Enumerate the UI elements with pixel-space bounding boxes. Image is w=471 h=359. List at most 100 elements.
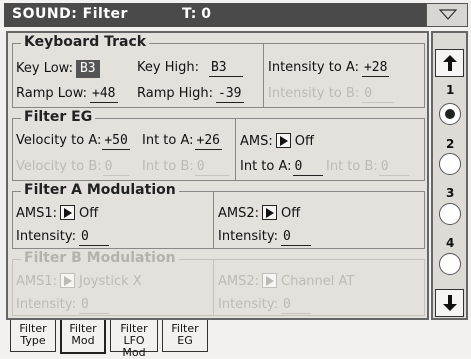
int-to-b-param: Int to B: 0 xyxy=(142,159,229,176)
eg-ams-value[interactable]: Off xyxy=(295,134,314,149)
ramp-low-field[interactable]: +48 xyxy=(90,86,118,103)
b-intensity2-label: Intensity: xyxy=(218,297,279,312)
ramp-low-label: Ramp Low: xyxy=(16,86,88,101)
divider xyxy=(235,119,236,180)
tab-filter-lfo-mod[interactable]: Filter LFO Mod xyxy=(110,320,158,359)
triangle-right-icon xyxy=(64,276,73,286)
intensity-a-field[interactable]: +28 xyxy=(361,60,390,77)
int-to-a-field[interactable]: +26 xyxy=(194,133,223,150)
a-ams1-param: AMS1: Off xyxy=(16,205,98,222)
eg-ams-param: AMS: Off xyxy=(240,133,314,150)
part-number-3: 3 xyxy=(446,186,455,200)
intensity-b-param: Intensity to B: 0 xyxy=(268,86,395,103)
part-radio-1[interactable] xyxy=(439,103,461,125)
arrow-down-icon xyxy=(443,295,457,311)
b-ams1-switch xyxy=(60,273,76,288)
ramp-low-param: Ramp Low: +48 xyxy=(16,86,118,103)
b-intensity2-field: 0 xyxy=(281,297,312,314)
part-number-4: 4 xyxy=(446,236,455,250)
a-intensity2-field[interactable]: 0 xyxy=(281,229,312,246)
key-low-label: Key Low: xyxy=(16,61,73,76)
key-high-param: Key High: B3 xyxy=(137,60,243,77)
a-intensity2-label: Intensity: xyxy=(218,229,279,244)
key-low-param: Key Low: B3 xyxy=(16,60,100,78)
triangle-right-icon xyxy=(279,136,288,146)
a-intensity2-param: Intensity: 0 xyxy=(218,229,312,246)
b-ams2-value: Channel AT xyxy=(281,274,355,289)
part-radio-4[interactable] xyxy=(439,253,461,275)
a-ams2-switch[interactable] xyxy=(262,205,278,220)
velocity-a-param: Velocity to A: +50 xyxy=(16,133,130,150)
part-number-2: 2 xyxy=(446,137,455,151)
scroll-down-button[interactable] xyxy=(435,289,464,317)
tab-filter-mod[interactable]: Filter Mod xyxy=(60,320,106,354)
triangle-right-icon xyxy=(266,208,275,218)
key-low-field[interactable]: B3 xyxy=(75,60,100,78)
a-ams2-param: AMS2: Off xyxy=(218,205,300,222)
divider xyxy=(213,192,214,248)
scroll-up-button[interactable] xyxy=(435,49,464,77)
b-ams2-label: AMS2: xyxy=(218,274,260,289)
eg-ams-switch[interactable] xyxy=(275,133,291,148)
int-to-a-label: Int to A: xyxy=(142,133,194,148)
page-menu-button[interactable] xyxy=(426,3,468,27)
ramp-high-label: Ramp High: xyxy=(137,86,214,101)
key-high-field[interactable]: B3 xyxy=(208,60,243,77)
b-ams1-param: AMS1: Joystick X xyxy=(16,273,142,290)
a-intensity1-field[interactable]: 0 xyxy=(79,229,110,246)
velocity-b-param: Velocity to B: 0 xyxy=(16,159,129,176)
section-title: Filter A Modulation xyxy=(21,182,179,198)
part-select-panel: 1 2 3 4 xyxy=(431,31,468,320)
title-bar: SOUND: Filter T: 0 xyxy=(4,3,426,27)
a-intensity1-label: Intensity: xyxy=(16,229,77,244)
a-ams2-value[interactable]: Off xyxy=(281,206,300,221)
ams-int-to-b-param: Int to B: 0 xyxy=(326,159,409,176)
intensity-b-field: 0 xyxy=(362,86,395,103)
transpose-indicator: T: 0 xyxy=(182,6,211,22)
b-ams1-label: AMS1: xyxy=(16,274,58,289)
intensity-b-label: Intensity to B: xyxy=(268,86,360,101)
filter-a-modulation-section: Filter A Modulation AMS1: Off AMS2: Off In… xyxy=(12,182,425,249)
ramp-high-param: Ramp High: -39 xyxy=(137,86,244,103)
triangle-right-icon xyxy=(266,276,275,286)
part-number-1: 1 xyxy=(446,83,455,97)
tab-line2: EG xyxy=(177,334,193,347)
tab-bar: Filter Type Filter Mod Filter LFO Mod Fi… xyxy=(6,320,429,359)
tab-filter-eg[interactable]: Filter EG xyxy=(162,320,208,352)
main-panel: Keyboard Track Key Low: B3 Key High: B3 In… xyxy=(6,31,429,320)
filter-b-modulation-section: Filter B Modulation AMS1: Joystick X AMS2… xyxy=(12,250,425,316)
triangle-right-icon xyxy=(64,208,73,218)
ramp-high-field[interactable]: -39 xyxy=(216,86,244,103)
part-radio-2[interactable] xyxy=(439,153,461,175)
a-ams1-label: AMS1: xyxy=(16,206,58,221)
section-title: Filter EG xyxy=(21,109,96,125)
filter-eg-section: Filter EG Velocity to A: +50 Int to A: +26… xyxy=(12,109,425,181)
ams-int-to-a-field[interactable]: 0 xyxy=(292,159,323,176)
a-ams1-switch[interactable] xyxy=(60,205,76,220)
selected-dot xyxy=(445,109,455,119)
b-intensity1-label: Intensity: xyxy=(16,297,77,312)
ams-int-to-b-label: Int to B: xyxy=(326,159,378,174)
arrow-up-icon xyxy=(443,55,457,71)
tab-line2: Type xyxy=(20,334,46,347)
section-title: Keyboard Track xyxy=(21,34,150,50)
screen: SOUND: Filter T: 0 Keyboard Track Key Lo… xyxy=(0,0,471,359)
a-ams1-value[interactable]: Off xyxy=(79,206,98,221)
part-radio-3[interactable] xyxy=(439,203,461,225)
page-title: SOUND: Filter xyxy=(12,6,128,22)
int-to-a-param: Int to A: +26 xyxy=(142,133,223,150)
intensity-a-param: Intensity to A: +28 xyxy=(268,60,390,77)
a-intensity1-param: Intensity: 0 xyxy=(16,229,110,246)
tab-filter-type[interactable]: Filter Type xyxy=(10,320,56,352)
velocity-a-field[interactable]: +50 xyxy=(102,133,130,150)
eg-ams-label: AMS: xyxy=(240,134,273,149)
velocity-a-label: Velocity to A: xyxy=(16,133,102,148)
ams-int-to-a-param: Int to A: 0 xyxy=(240,159,323,176)
b-ams1-value: Joystick X xyxy=(79,274,142,289)
b-intensity1-field: 0 xyxy=(79,297,110,314)
velocity-b-label: Velocity to B: xyxy=(16,159,102,174)
tab-line2: LFO Mod xyxy=(122,334,146,359)
b-ams2-switch xyxy=(262,273,278,288)
a-ams2-label: AMS2: xyxy=(218,206,260,221)
ams-int-to-b-field: 0 xyxy=(378,159,409,176)
